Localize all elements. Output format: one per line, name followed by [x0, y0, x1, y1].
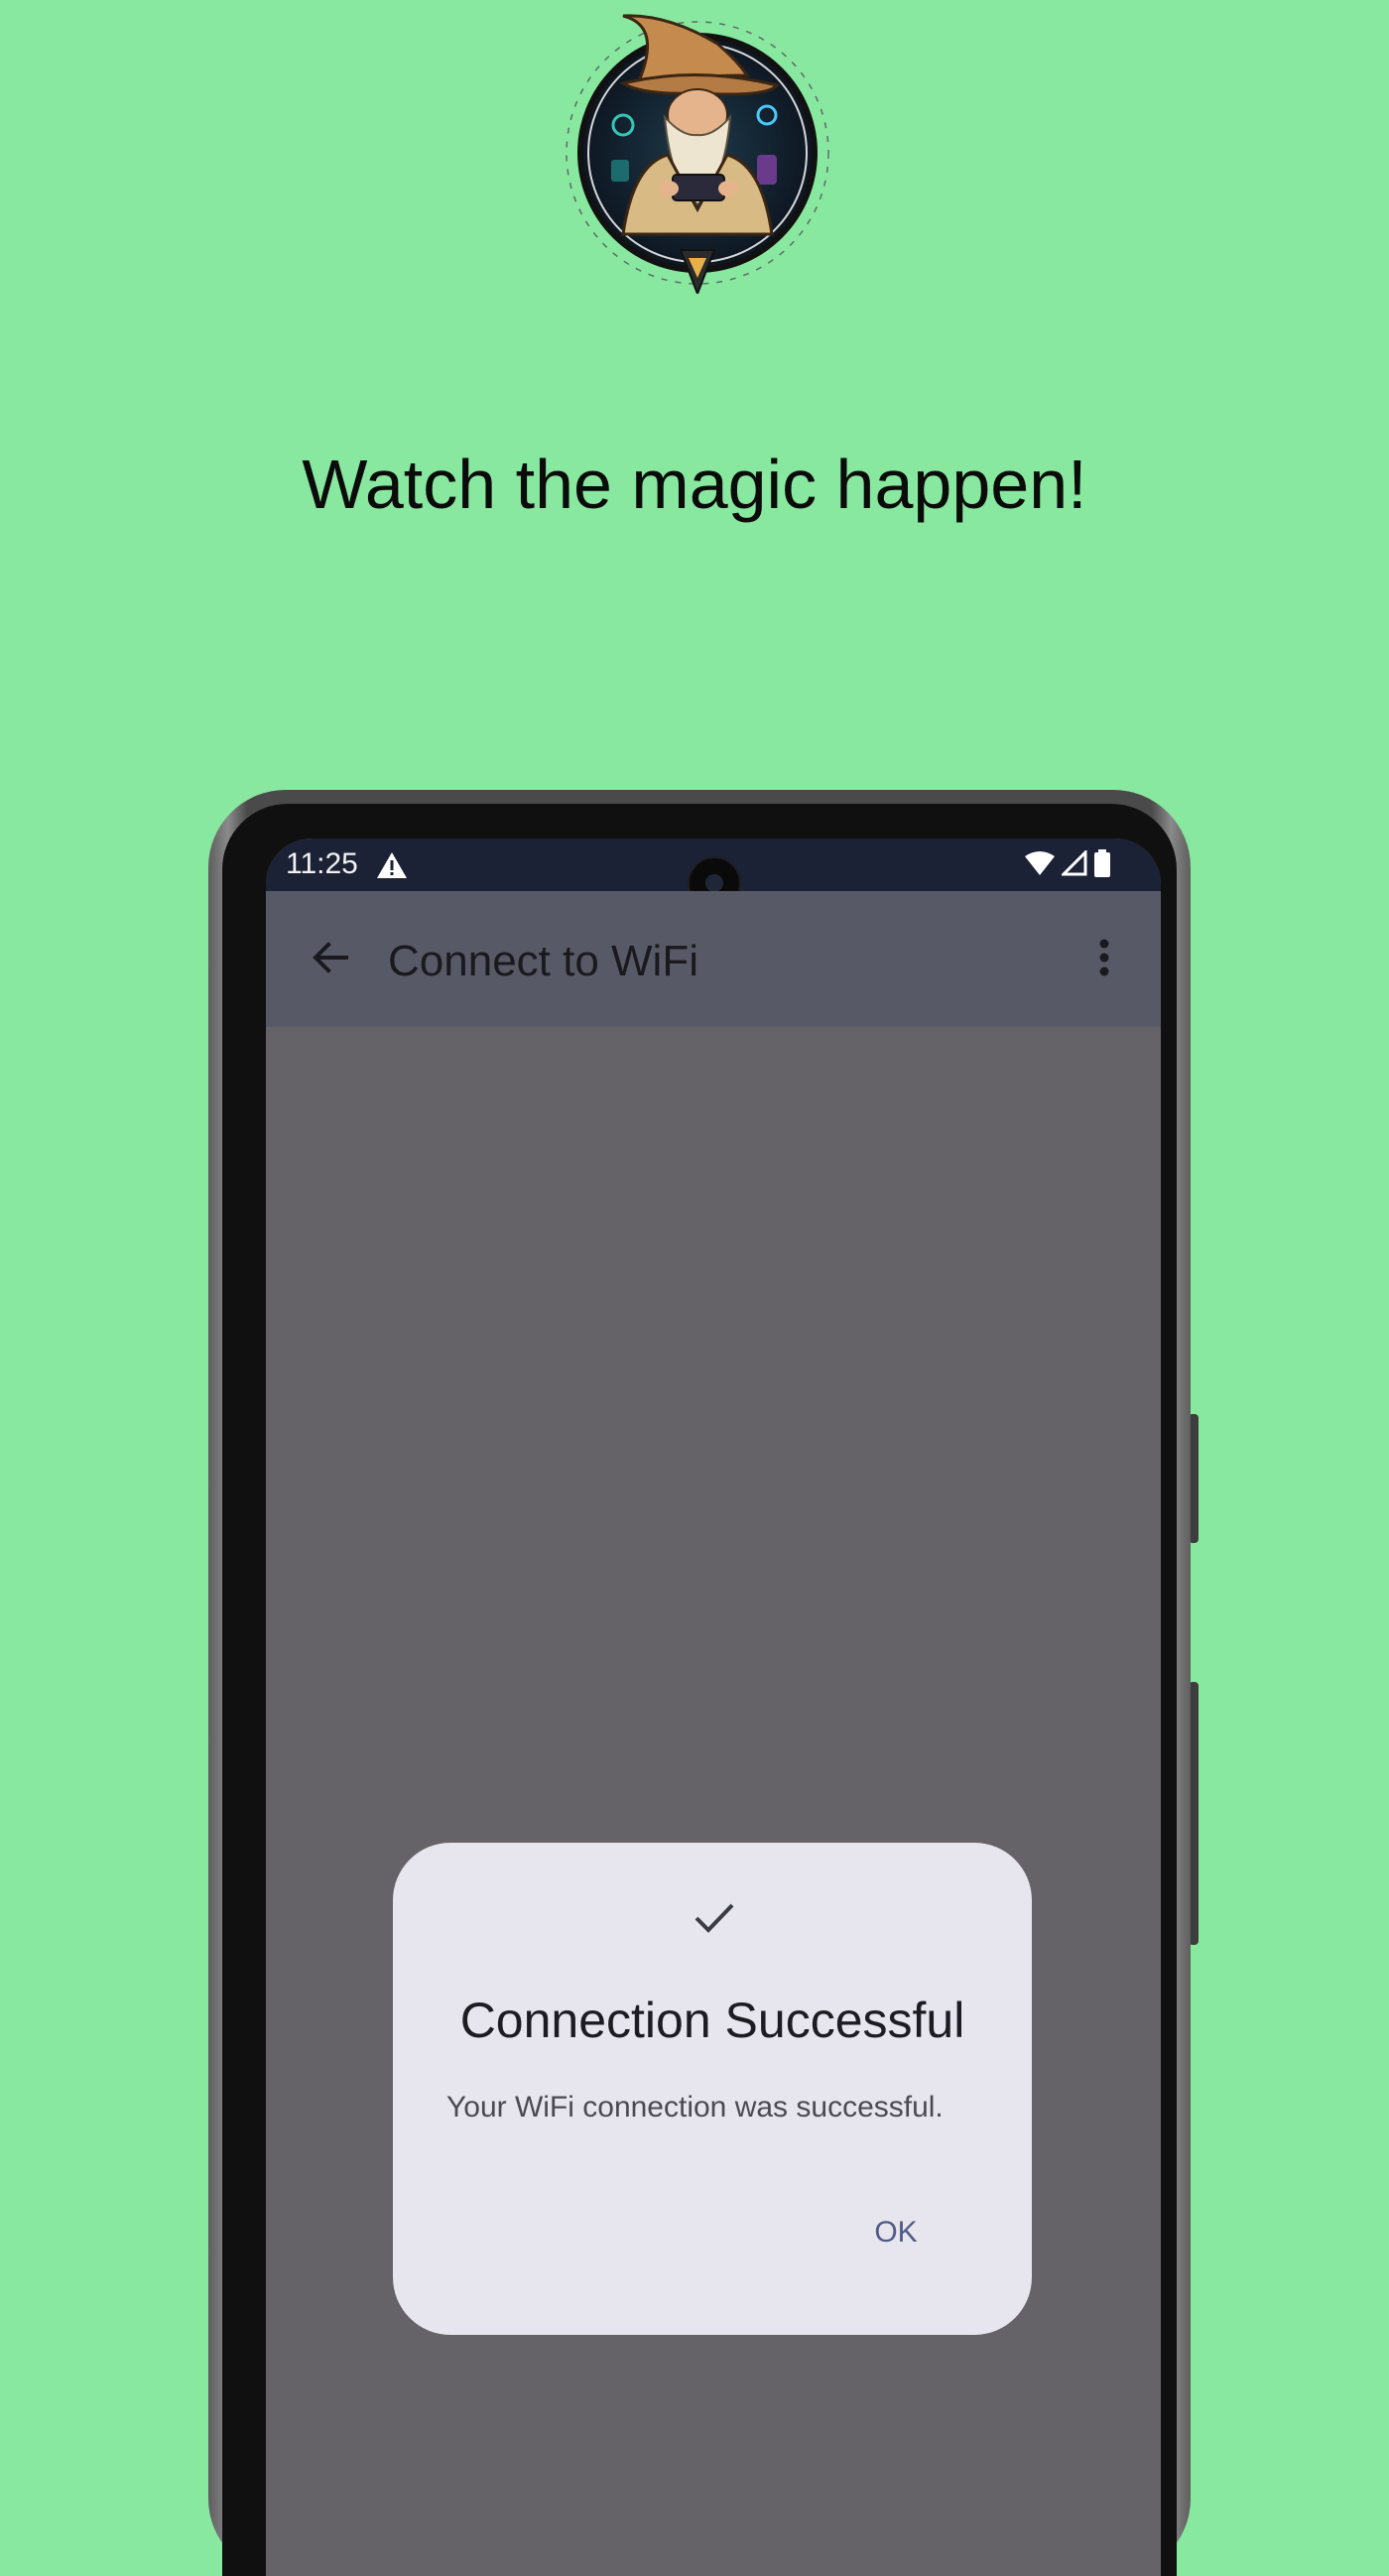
dialog-title: Connection Successful — [459, 1993, 965, 2048]
phone-frame: 11:25 Connect to WiFi Connection Success… — [208, 790, 1191, 2576]
status-time: 11:25 — [286, 847, 358, 880]
back-arrow-icon — [311, 938, 350, 982]
back-button[interactable] — [304, 933, 357, 986]
success-dialog: Connection Successful Your WiFi connecti… — [393, 1843, 1032, 2335]
app-bar: Connect to WiFi — [266, 891, 1161, 1027]
cell-signal-icon — [1060, 847, 1087, 881]
battery-icon — [1093, 848, 1111, 882]
dialog-message: Your WiFi connection was successful. — [446, 2091, 944, 2124]
phone-screen: 11:25 Connect to WiFi Connection Success… — [266, 838, 1161, 2576]
wizard-logo — [554, 6, 841, 297]
ok-button[interactable]: OK — [851, 2203, 941, 2262]
check-icon — [693, 1900, 736, 1936]
status-icons — [1024, 847, 1111, 882]
phone-bezel: 11:25 Connect to WiFi Connection Success… — [222, 804, 1177, 2576]
headline: Watch the magic happen! — [302, 446, 1087, 523]
warning-icon — [375, 850, 409, 880]
app-bar-title: Connect to WiFi — [388, 937, 698, 985]
more-vert-icon — [1099, 939, 1109, 981]
wifi-icon — [1024, 850, 1056, 881]
overflow-menu-button[interactable] — [1089, 935, 1119, 984]
